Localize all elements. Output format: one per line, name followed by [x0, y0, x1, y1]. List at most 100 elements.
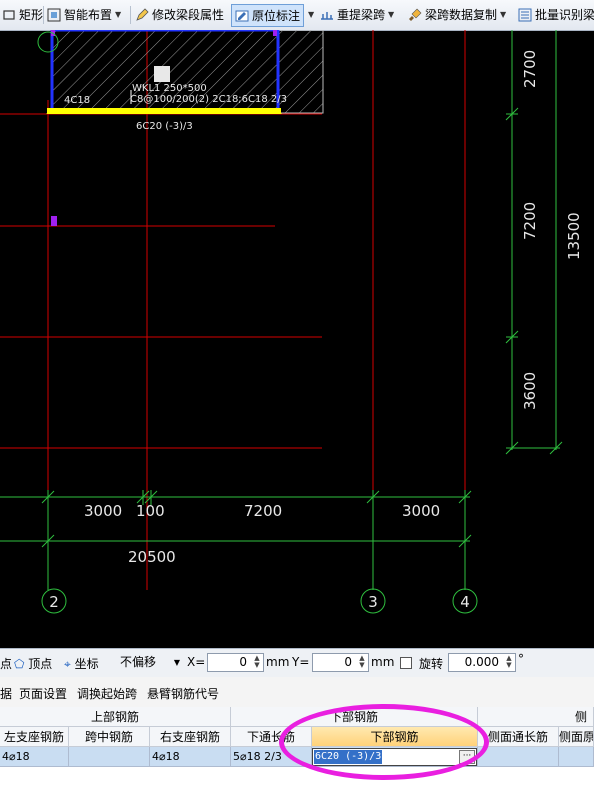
coord-snap-label: 坐标 — [74, 657, 99, 671]
header-group-bottom-rebar: 下部钢筋 — [231, 707, 478, 727]
edit-beam-segment-button[interactable]: 修改梁段属性 — [135, 4, 224, 25]
offset-mode-select[interactable]: 不偏移 ▼ — [120, 653, 182, 672]
x-unit: mm — [266, 655, 290, 669]
column-marker — [273, 30, 277, 36]
offset-mode-value: 不偏移 — [120, 655, 157, 669]
rotate-value: 0.000 — [464, 655, 499, 669]
cell-bottom-continuous[interactable]: 5⌀18 2/3 — [231, 747, 312, 767]
re-extract-span-button[interactable]: 重提梁跨 ▼ — [320, 4, 394, 25]
bottom-rebar-label: 6C20 (-3)/3 — [136, 121, 193, 132]
axis-label-2: 2 — [49, 593, 59, 611]
main-toolbar: 矩形 智能布置 ▼ 修改梁段属性 原位标注 ▼ 重提梁跨 ▼ 梁跨数据复制 ▼ … — [0, 0, 594, 31]
chevron-down-icon[interactable]: ▼ — [388, 10, 394, 19]
menu-item-page-setup[interactable]: 页面设置 — [19, 685, 67, 702]
batch-identify-label: 批量识别梁 — [535, 8, 594, 22]
re-extract-span-icon — [321, 11, 333, 20]
cell-right-support[interactable]: 4⌀18 — [150, 747, 231, 767]
point-snap-label[interactable]: 点 — [0, 655, 12, 672]
ellipsis-button[interactable]: ··· — [459, 750, 475, 764]
axis-label-4: 4 — [460, 593, 470, 611]
column-header-bottom-continuous[interactable]: 下通长筋 — [231, 727, 312, 747]
column-header-mid-span[interactable]: 跨中钢筋 — [69, 727, 150, 747]
bottom-rebar-value[interactable]: 6C20 (-3)/3 — [314, 750, 383, 764]
drawing-svg[interactable]: WKL1 250*500 C8@100/200(2) 2C18;6C18 2/3… — [0, 28, 594, 648]
spinner-icon[interactable]: ▲ ▼ — [252, 655, 262, 670]
dim-bottom-total: 20500 — [128, 548, 176, 566]
axis-label-3: 3 — [368, 593, 378, 611]
dim-bottom-7200: 7200 — [244, 502, 282, 520]
spinner-icon[interactable]: ▲ ▼ — [357, 655, 367, 670]
dim-bottom-100: 100 — [136, 502, 165, 520]
column-header-side-original[interactable]: 侧面原 — [559, 727, 594, 747]
chevron-down-icon[interactable]: ▼ — [115, 10, 121, 19]
degree-symbol: ° — [518, 652, 524, 666]
re-extract-span-label: 重提梁跨 — [337, 8, 386, 22]
smart-layout-label: 智能布置 — [64, 8, 113, 22]
rotate-checkbox[interactable] — [400, 657, 412, 669]
column-header-right-support[interactable]: 右支座钢筋 — [150, 727, 231, 747]
column-header-left-support[interactable]: 左支座钢筋 — [0, 727, 69, 747]
smart-layout-icon — [47, 8, 61, 21]
rectangle-label: 矩形 — [19, 8, 44, 22]
x-value: 0 — [239, 655, 247, 669]
column-header-side-continuous[interactable]: 侧面通长筋 — [478, 727, 559, 747]
menu-item-cantilever-code[interactable]: 悬臂钢筋代号 — [147, 685, 219, 702]
beam-stirrup-label: C8@100/200(2) 2C18;6C18 2/3 — [130, 94, 287, 105]
dim-bottom-3000-right: 3000 — [402, 502, 440, 520]
coordinate-icon: ⌖ — [64, 657, 71, 671]
column-marker — [51, 216, 57, 226]
dim-right-7200: 7200 — [521, 202, 539, 240]
chevron-down-icon[interactable]: ▼ — [308, 10, 314, 19]
rectangle-button[interactable]: 矩形 — [2, 4, 43, 25]
vertex-snap-label: 顶点 — [28, 657, 53, 671]
rotate-label: 旋转 — [419, 657, 444, 671]
coord-snap-button[interactable]: ⌖ 坐标 — [64, 655, 99, 672]
toolbar-separator — [43, 6, 44, 24]
cell-side-continuous[interactable] — [478, 747, 559, 767]
batch-identify-button[interactable]: 批量识别梁 — [518, 4, 594, 25]
x-label: X= — [187, 655, 206, 669]
dim-right-3600: 3600 — [521, 372, 539, 410]
bottom-rebar-edit-field[interactable]: 6C20 (-3)/3 ··· — [312, 748, 477, 766]
spinner-icon[interactable]: ▲ ▼ — [504, 655, 514, 670]
rotate-angle-input[interactable]: 0.000 ▲ ▼ — [448, 653, 516, 672]
span-data-copy-label: 梁跨数据复制 — [425, 8, 498, 22]
edit-beam-label: 修改梁段属性 — [152, 8, 225, 22]
dim-bottom-3000-left: 3000 — [84, 502, 122, 520]
beam-name-label: WKL1 250*500 — [132, 83, 207, 94]
cell-left-support[interactable]: 4⌀18 — [0, 747, 69, 767]
selected-beam-span[interactable] — [47, 108, 281, 114]
edit-beam-icon — [136, 7, 149, 21]
y-coordinate-input[interactable]: 0 ▲ ▼ — [312, 653, 369, 672]
menu-item-data[interactable]: 据 — [0, 685, 12, 702]
vertex-snap-button[interactable]: ⬠ 顶点 — [14, 655, 52, 672]
in-situ-annotation-label: 原位标注 — [252, 9, 301, 23]
in-situ-annotation-icon — [235, 10, 249, 21]
span-data-copy-button[interactable]: 梁跨数据复制 ▼ — [408, 4, 506, 25]
support-rebar-label: 4C18 — [64, 95, 90, 106]
dim-right-2700: 2700 — [521, 50, 539, 88]
grip-square[interactable] — [154, 66, 170, 82]
dim-right-total: 13500 — [565, 212, 583, 260]
chevron-down-icon: ▼ — [173, 658, 180, 667]
cell-side-original[interactable] — [559, 747, 594, 767]
bottom-dimension-lines — [0, 490, 472, 590]
table-menu-bar: 据 页面设置 调换起始跨 悬臂钢筋代号 — [0, 677, 594, 707]
drawing-canvas[interactable]: WKL1 250*500 C8@100/200(2) 2C18;6C18 2/3… — [0, 28, 594, 648]
y-unit: mm — [371, 655, 395, 669]
x-coordinate-input[interactable]: 0 ▲ ▼ — [207, 653, 264, 672]
smart-layout-button[interactable]: 智能布置 ▼ — [47, 4, 121, 25]
header-group-top-rebar: 上部钢筋 — [0, 707, 231, 727]
chevron-down-icon[interactable]: ▼ — [500, 10, 506, 19]
pentagon-icon: ⬠ — [14, 657, 25, 671]
batch-identify-icon — [518, 8, 532, 21]
menu-item-swap-start-span[interactable]: 调换起始跨 — [77, 685, 137, 702]
y-value: 0 — [344, 655, 352, 669]
y-label: Y= — [292, 655, 310, 669]
header-group-side-rebar: 侧 — [478, 707, 594, 727]
rebar-table: 上部钢筋 下部钢筋 侧 左支座钢筋 跨中钢筋 右支座钢筋 下通长筋 下部钢筋 侧… — [0, 707, 594, 795]
column-header-bottom-rebar[interactable]: 下部钢筋 — [312, 727, 478, 747]
brush-copy-icon — [409, 8, 422, 21]
cell-mid-span[interactable] — [69, 747, 150, 767]
in-situ-annotation-button[interactable]: 原位标注 — [231, 4, 305, 27]
